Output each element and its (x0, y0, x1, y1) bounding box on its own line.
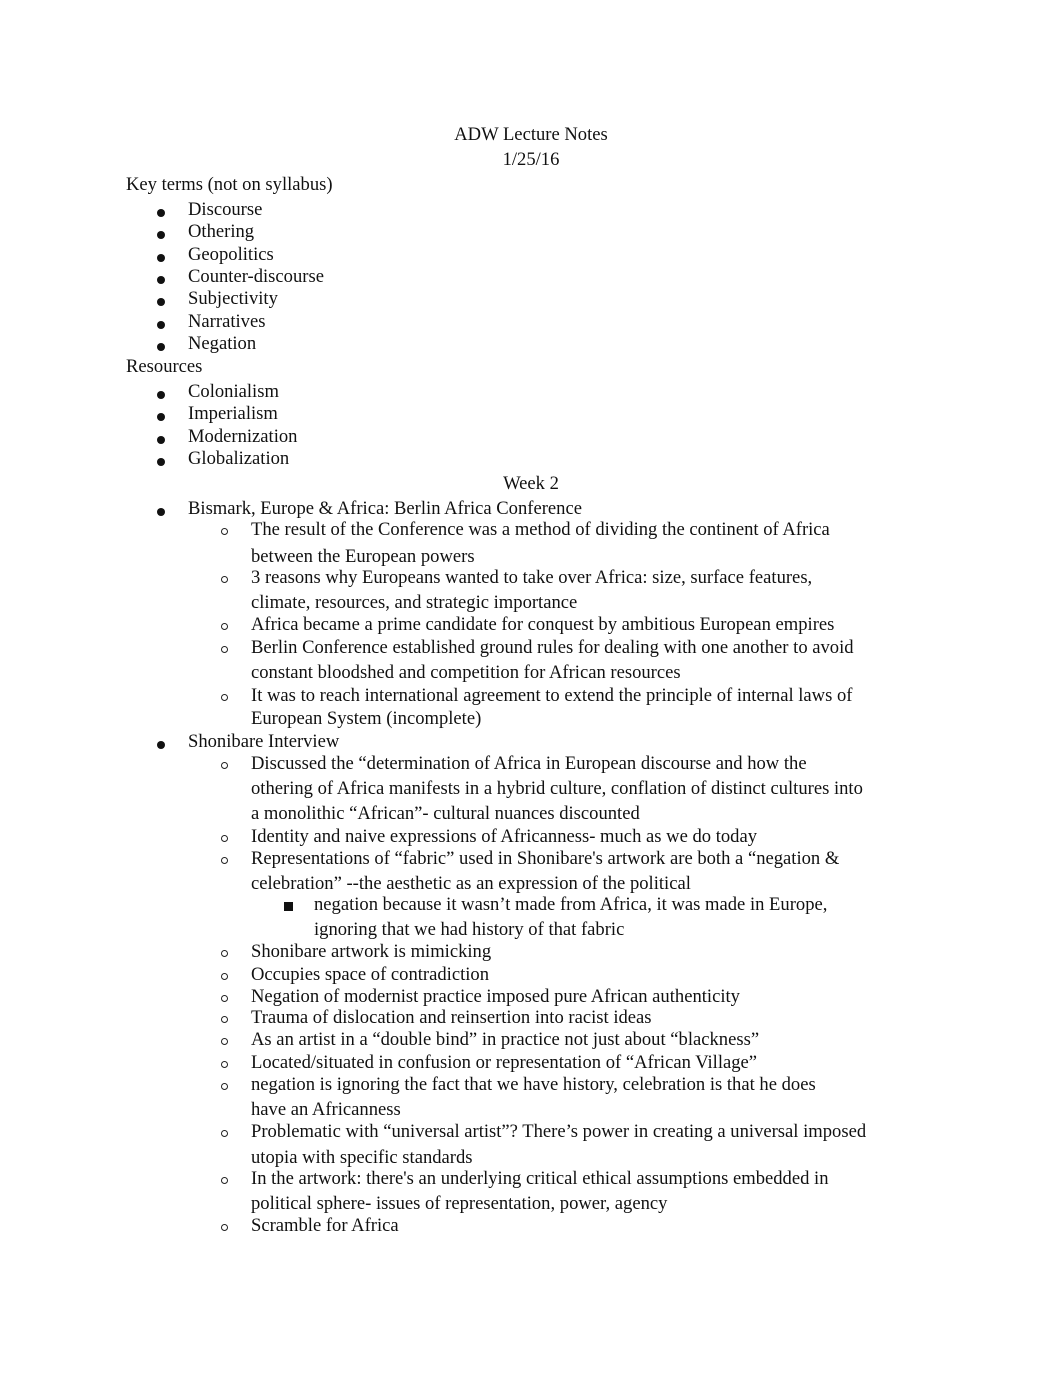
bullet-icon (157, 741, 165, 749)
hollow-bullet-icon (221, 1130, 228, 1137)
key-terms-heading: Key terms (not on syllabus) (126, 174, 333, 195)
topic-point: Shonibare artwork is mimicking (251, 941, 492, 962)
hollow-bullet-icon (221, 646, 228, 653)
hollow-bullet-icon (221, 1016, 228, 1023)
bullet-icon (157, 231, 165, 240)
hollow-bullet-icon (221, 1038, 228, 1045)
hollow-bullet-icon (221, 1177, 228, 1184)
topic-point: Scramble for Africa (251, 1215, 399, 1236)
hollow-bullet-icon (221, 576, 228, 583)
topic-point: political sphere- issues of representati… (251, 1193, 668, 1214)
topic-point: climate, resources, and strategic import… (251, 592, 578, 613)
document-title: ADW Lecture Notes (454, 124, 608, 145)
key-term-item: Narratives (188, 310, 266, 332)
bullet-icon (157, 320, 165, 329)
topic-point: negation is ignoring the fact that we ha… (251, 1074, 816, 1095)
topic-title: Shonibare Interview (188, 731, 340, 752)
resources-heading: Resources (126, 356, 203, 377)
topic-point: 3 reasons why Europeans wanted to take o… (251, 567, 813, 588)
bullet-icon (157, 457, 165, 466)
document-date: 1/25/16 (502, 149, 560, 170)
resource-item: Globalization (188, 447, 290, 469)
topic-point: Discussed the “determination of Africa i… (251, 753, 807, 774)
topic-point: Trauma of dislocation and reinsertion in… (251, 1007, 652, 1028)
topic-point: European System (incomplete) (251, 708, 482, 729)
hollow-bullet-icon (221, 995, 228, 1002)
hollow-bullet-icon (221, 694, 228, 701)
resource-item: Imperialism (188, 403, 278, 425)
topic-point: Problematic with “universal artist”? The… (251, 1121, 867, 1142)
bullet-icon (157, 391, 165, 399)
bullet-icon (157, 298, 165, 307)
topic-point: Africa became a prime candidate for conq… (251, 614, 835, 635)
topic-point: It was to reach international agreement … (251, 685, 853, 706)
resource-item: Colonialism (188, 381, 279, 402)
hollow-bullet-icon (221, 1083, 228, 1090)
bullet-icon (157, 342, 165, 351)
topic-point: between the European powers (251, 546, 475, 567)
sub-point: negation because it wasn’t made from Afr… (314, 894, 828, 915)
topic-point: Negation of modernist practice imposed p… (251, 986, 740, 1007)
topic-title: Bismark, Europe & Africa: Berlin Africa … (188, 498, 582, 519)
bullet-icon (157, 413, 165, 422)
topic-point: Occupies space of contradiction (251, 964, 490, 985)
hollow-bullet-icon (221, 623, 228, 630)
week-heading: Week 2 (503, 473, 559, 494)
topic-point: othering of Africa manifests in a hybrid… (251, 778, 863, 799)
document-page: ADW Lecture Notes 1/25/16 Key terms (not… (0, 0, 1062, 1377)
topic-point: Located/situated in confusion or represe… (251, 1052, 758, 1073)
bullet-icon (157, 435, 165, 444)
topic-point: In the artwork: there's an underlying cr… (251, 1168, 829, 1189)
bullet-icon (157, 209, 165, 217)
bullet-icon (157, 253, 165, 262)
topic-point: Representations of “fabric” used in Shon… (251, 848, 840, 869)
key-term-item: Counter-discourse (188, 265, 324, 287)
topic-point: celebration” --the aesthetic as an expre… (251, 873, 691, 894)
hollow-bullet-icon (221, 973, 228, 980)
key-term-item: Negation (188, 332, 257, 354)
topic-point: The result of the Conference was a metho… (251, 519, 830, 540)
topic-point: constant bloodshed and competition for A… (251, 662, 681, 683)
hollow-bullet-icon (221, 1061, 228, 1068)
topic-point: a monolithic “African”- cultural nuances… (251, 803, 640, 824)
bullet-icon (157, 508, 165, 516)
square-bullet-icon (284, 902, 293, 911)
hollow-bullet-icon (221, 950, 228, 957)
topic-point: have an Africanness (251, 1099, 401, 1120)
resource-item: Modernization (188, 425, 298, 447)
hollow-bullet-icon (221, 762, 228, 769)
topic-point: Berlin Conference established ground rul… (251, 637, 854, 658)
hollow-bullet-icon (221, 857, 228, 864)
key-term-item: Othering (188, 221, 255, 243)
topic-point: Identity and naive expressions of Africa… (251, 826, 758, 847)
hollow-bullet-icon (221, 835, 228, 842)
sub-point: ignoring that we had history of that fab… (314, 919, 625, 940)
topic-point: As an artist in a “double bind” in pract… (251, 1029, 760, 1050)
hollow-bullet-icon (221, 1224, 228, 1231)
key-term-item: Subjectivity (188, 288, 278, 310)
key-term-item: Discourse (188, 199, 263, 220)
topic-point: utopia with specific standards (251, 1147, 473, 1168)
bullet-icon (157, 275, 165, 284)
hollow-bullet-icon (221, 528, 228, 535)
key-term-item: Geopolitics (188, 243, 274, 265)
